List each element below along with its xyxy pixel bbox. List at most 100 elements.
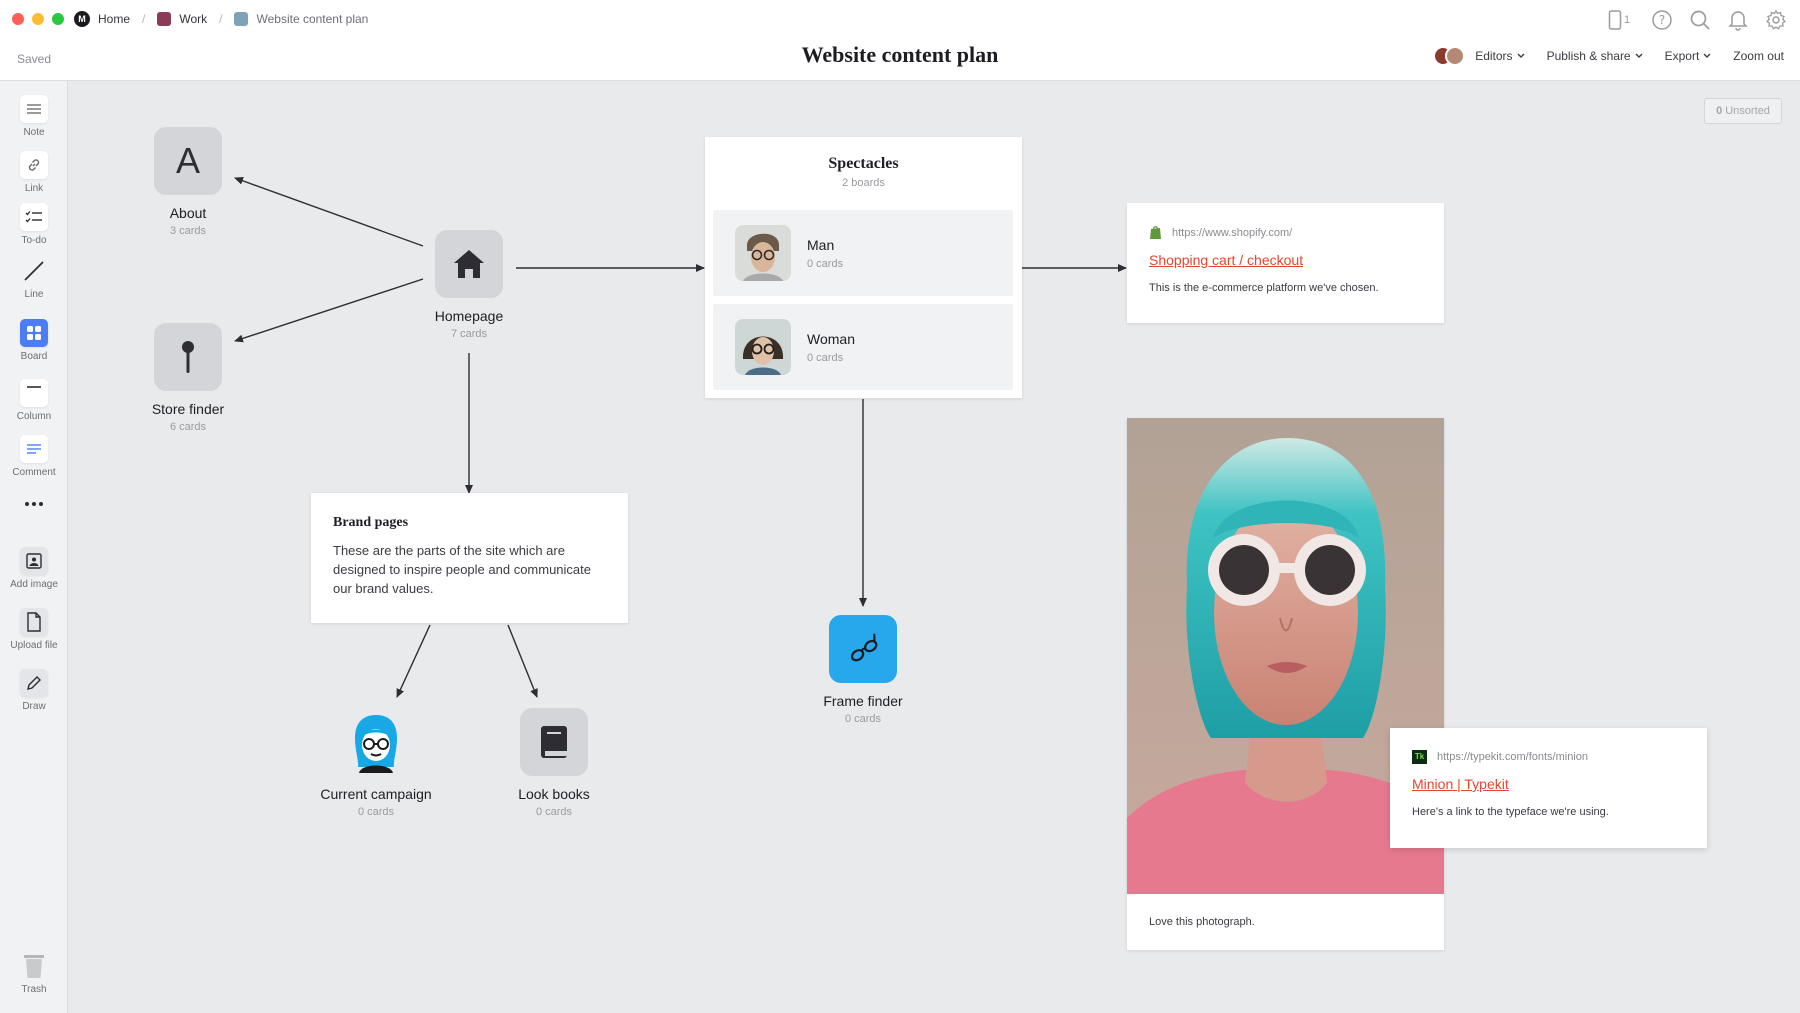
device-count: 1 [1623, 14, 1631, 26]
tool-comment[interactable]: Comment [0, 435, 68, 478]
unsorted-label: Unsorted [1725, 105, 1770, 117]
maximize-window-button[interactable] [52, 13, 64, 25]
tool-draw[interactable]: Draw [0, 669, 68, 712]
help-icon: ? [1652, 10, 1672, 30]
board-title: Frame finder [823, 693, 903, 709]
breadcrumb-work[interactable]: Work [157, 12, 207, 26]
link-title[interactable]: Shopping cart / checkout [1149, 252, 1422, 268]
glasses-icon [829, 615, 897, 683]
file-icon [20, 608, 48, 636]
card-count: 0 cards [844, 713, 882, 725]
unsorted-button[interactable]: 0 Unsorted [1704, 98, 1782, 124]
tool-note[interactable]: Note [0, 95, 68, 138]
woman-thumbnail [735, 319, 791, 375]
image-caption: Love this photograph. [1149, 916, 1255, 928]
breadcrumb-home-label: Home [98, 12, 131, 26]
board-title: About [169, 205, 207, 221]
about-letter: A [175, 140, 200, 181]
bell-icon [1728, 11, 1748, 31]
top-icon-bar: 1 ? [1602, 8, 1788, 32]
tool-link-label: Link [24, 183, 44, 194]
link-card-typekit[interactable]: Tk https://typekit.com/fonts/minion Mini… [1390, 728, 1707, 848]
man-thumbnail [735, 225, 791, 281]
breadcrumb-separator: / [142, 12, 146, 26]
book-icon [520, 708, 588, 776]
board-count: 2 boards [842, 177, 885, 189]
notifications-button[interactable] [1726, 8, 1750, 32]
card-count: 0 cards [807, 258, 844, 270]
note-brand-pages[interactable]: Brand pages These are the parts of the s… [311, 493, 628, 623]
breadcrumb-current[interactable]: Website content plan [234, 12, 368, 26]
more-tools-button[interactable] [0, 495, 68, 513]
breadcrumb-home[interactable]: M Home [74, 11, 130, 27]
chevron-down-icon [1703, 53, 1711, 58]
tool-todo[interactable]: To-do [0, 203, 68, 246]
tool-draw-label: Draw [22, 701, 46, 712]
editor-avatars[interactable] [1433, 46, 1466, 66]
board-current-campaign[interactable]: Current campaign 0 cards [296, 708, 456, 818]
minimize-window-button[interactable] [32, 13, 44, 25]
board-store-finder[interactable]: Store finder 6 cards [108, 323, 268, 433]
letter-a-icon: A [154, 127, 222, 195]
tool-sidebar: Note Link To-do Line Board Column Commen… [0, 81, 68, 1013]
board-title: Homepage [434, 308, 504, 324]
board-look-books[interactable]: Look books 0 cards [474, 708, 634, 818]
sub-board-title: Man [807, 237, 835, 253]
header-toolbar: Editors Publish & share Export Zoom out [1433, 46, 1784, 66]
export-dropdown[interactable]: Export [1665, 49, 1712, 63]
page-board-icon [234, 12, 249, 26]
header-bar: M Home / Work / Website content plan Sav… [0, 0, 1800, 81]
page-title[interactable]: Website content plan [802, 42, 999, 67]
tool-link[interactable]: Link [0, 151, 68, 194]
search-button[interactable] [1688, 8, 1712, 32]
sub-board-woman[interactable]: Woman 0 cards [713, 304, 1013, 390]
board-spectacles[interactable]: Spectacles 2 boards Man 0 cards Woman 0 … [705, 137, 1022, 398]
board-icon [20, 319, 48, 347]
board-title: Current campaign [320, 786, 432, 802]
sub-board-man[interactable]: Man 0 cards [713, 210, 1013, 296]
trash-label: Trash [21, 984, 47, 995]
publish-label: Publish & share [1546, 49, 1631, 63]
unsorted-count: 0 [1716, 105, 1723, 117]
card-count: 6 cards [169, 421, 207, 433]
tool-add-image-label: Add image [10, 579, 58, 590]
comment-icon [20, 435, 48, 463]
shopify-icon [1150, 226, 1161, 239]
mobile-icon [1608, 10, 1622, 30]
tool-line-label: Line [24, 289, 44, 300]
close-window-button[interactable] [12, 13, 24, 25]
help-button[interactable]: ? [1650, 8, 1674, 32]
publish-share-dropdown[interactable]: Publish & share [1547, 49, 1643, 63]
tool-upload-file[interactable]: Upload file [0, 608, 68, 651]
card-count: 7 cards [450, 328, 488, 340]
link-card-shopify[interactable]: https://www.shopify.com/ Shopping cart /… [1127, 203, 1444, 323]
link-url: https://typekit.com/fonts/minion [1437, 751, 1589, 763]
link-icon [20, 151, 48, 179]
board-title: Look books [518, 786, 590, 802]
card-count: 0 cards [807, 352, 844, 364]
tool-upload-file-label: Upload file [10, 640, 58, 651]
tool-todo-label: To-do [21, 235, 47, 246]
tool-note-label: Note [23, 127, 45, 138]
trash-button[interactable]: Trash [0, 952, 68, 995]
board-about[interactable]: A About 3 cards [108, 127, 268, 237]
card-count: 0 cards [357, 806, 395, 818]
gear-icon [1765, 9, 1787, 30]
zoom-out-button[interactable]: Zoom out [1733, 49, 1784, 63]
tool-column[interactable]: Column [0, 379, 68, 422]
editors-dropdown[interactable]: Editors [1475, 49, 1525, 63]
board-homepage[interactable]: Homepage 7 cards [389, 230, 549, 340]
image-card-photo[interactable]: Love this photograph. [1127, 418, 1444, 950]
tool-line[interactable]: Line [0, 257, 68, 300]
tool-board-label: Board [20, 351, 48, 362]
save-status: Saved [17, 52, 52, 66]
connector-brand-campaign [396, 624, 431, 698]
settings-button[interactable] [1764, 8, 1788, 32]
tool-add-image[interactable]: Add image [0, 547, 68, 590]
board-frame-finder[interactable]: Frame finder 0 cards [783, 615, 943, 725]
link-title[interactable]: Minion | Typekit [1412, 776, 1685, 792]
device-preview-button[interactable]: 1 [1602, 8, 1636, 32]
pin-icon [154, 323, 222, 391]
tool-board[interactable]: Board [0, 319, 68, 362]
column-icon [20, 379, 48, 407]
